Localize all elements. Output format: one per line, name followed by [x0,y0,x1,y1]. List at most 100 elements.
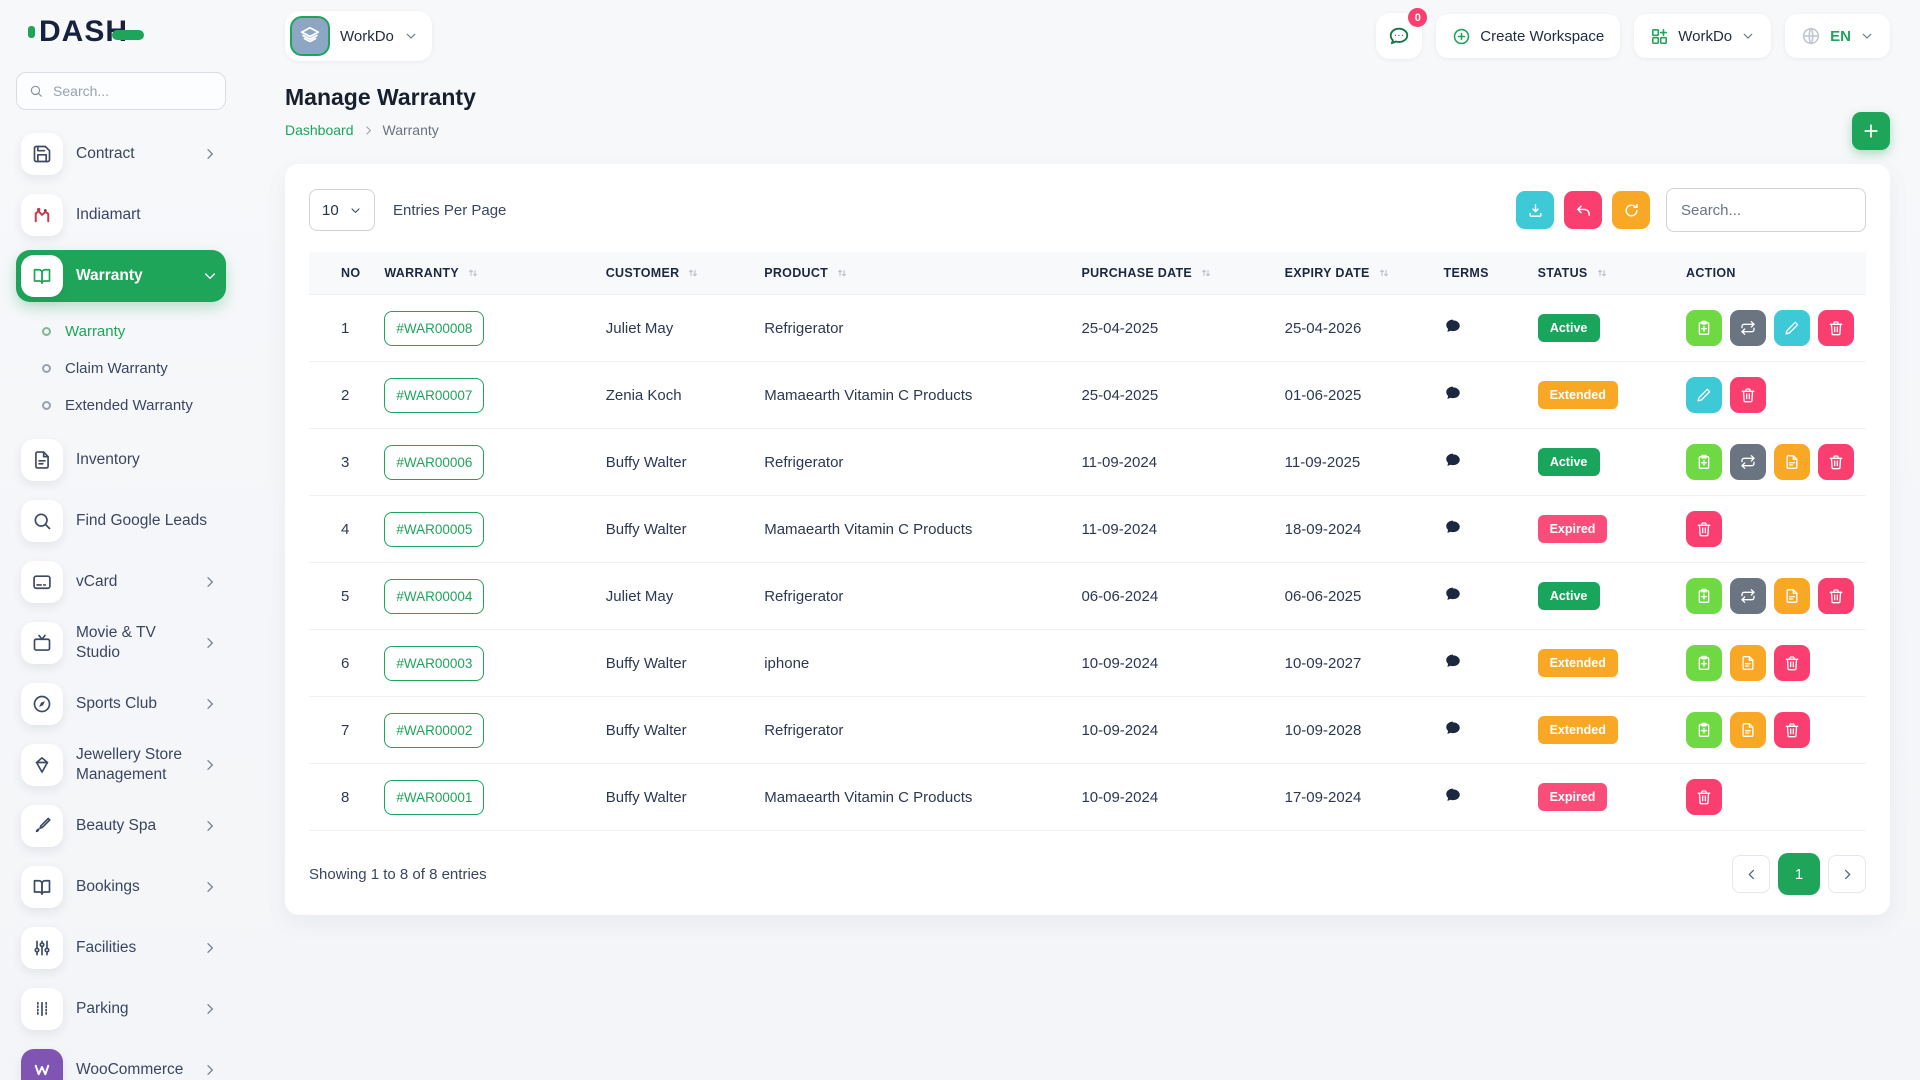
sidebar-item-vcard[interactable]: vCard [16,556,226,608]
repeat-button[interactable] [1730,444,1766,480]
language-selector[interactable]: EN [1785,14,1890,58]
delete-button[interactable] [1818,578,1854,614]
sort-arrows-icon[interactable] [687,267,699,279]
sidebar-item-inventory[interactable]: Inventory [16,434,226,486]
sidebar-item-parking[interactable]: Parking [16,983,226,1035]
workspace-selector[interactable]: WorkDo [285,11,432,61]
edit-button[interactable] [1774,310,1810,346]
column-header-product[interactable]: PRODUCT [752,252,1069,295]
terms-comment-icon[interactable] [1444,786,1462,804]
edit-button[interactable] [1686,377,1722,413]
cell-terms [1432,630,1526,697]
terms-comment-icon[interactable] [1444,317,1462,335]
column-header-expiry-date[interactable]: EXPIRY DATE [1273,252,1432,295]
warranty-number-badge[interactable]: #WAR00008 [384,311,484,346]
add-warranty-button[interactable] [1852,112,1890,150]
sort-arrows-icon[interactable] [1378,267,1390,279]
sidebar-item-beauty-spa[interactable]: Beauty Spa [16,800,226,852]
refresh-icon [1623,202,1640,219]
warranty-number-badge[interactable]: #WAR00006 [384,445,484,480]
clipboard-button[interactable] [1686,310,1722,346]
cell-product: Refrigerator [752,295,1069,362]
clipboard-button[interactable] [1686,578,1722,614]
file-button[interactable] [1730,645,1766,681]
cell-expiry-date: 01-06-2025 [1273,362,1432,429]
warranty-number-badge[interactable]: #WAR00001 [384,780,484,815]
clipboard-button[interactable] [1686,712,1722,748]
sort-arrows-icon[interactable] [467,267,479,279]
sort-arrows-icon[interactable] [836,267,848,279]
logo-accent-dash [112,30,144,40]
terms-comment-icon[interactable] [1444,518,1462,536]
delete-button[interactable] [1774,645,1810,681]
pagination-next-button[interactable] [1828,855,1866,893]
sidebar-item-woocommerce[interactable]: WooCommerce [16,1044,226,1080]
messages-button[interactable]: 0 [1376,13,1422,59]
sort-arrows-icon[interactable] [1200,267,1212,279]
terms-comment-icon[interactable] [1444,719,1462,737]
column-header-customer[interactable]: CUSTOMER [594,252,752,295]
sidebar-subitem-extended-warranty[interactable]: Extended Warranty [16,387,226,424]
terms-comment-icon[interactable] [1444,451,1462,469]
cell-no: 4 [309,496,372,563]
delete-button[interactable] [1686,779,1722,815]
create-workspace-button[interactable]: Create Workspace [1436,14,1620,58]
repeat-button[interactable] [1730,578,1766,614]
refresh-button[interactable] [1612,191,1650,229]
warranty-number-badge[interactable]: #WAR00002 [384,713,484,748]
sidebar-item-movie-tv-studio[interactable]: Movie & TV Studio [16,617,226,669]
sidebar-item-find-google-leads[interactable]: Find Google Leads [16,495,226,547]
sort-arrows-icon[interactable] [1596,267,1608,279]
repeat-button[interactable] [1730,310,1766,346]
sidebar-subitem-warranty[interactable]: Warranty [16,313,226,350]
cell-status: Extended [1526,697,1674,764]
pagination-page-1[interactable]: 1 [1778,853,1820,895]
delete-button[interactable] [1730,377,1766,413]
delete-button[interactable] [1686,511,1722,547]
table-controls: 10 Entries Per Page [309,188,1866,232]
app-logo[interactable]: DASH [16,0,226,64]
cell-status: Active [1526,563,1674,630]
sidebar-item-jewellery-store-management[interactable]: Jewellery Store Management [16,739,226,791]
cell-warranty: #WAR00006 [372,429,593,496]
sidebar-item-contract[interactable]: Contract [16,128,226,180]
workdo-menu-button[interactable]: WorkDo [1634,14,1771,58]
entries-per-page-value: 10 [322,202,339,219]
delete-button[interactable] [1818,310,1854,346]
column-header-status[interactable]: STATUS [1526,252,1674,295]
undo-button[interactable] [1564,191,1602,229]
entries-per-page-select[interactable]: 10 [309,189,375,231]
pagination-prev-button[interactable] [1732,855,1770,893]
clipboard-button[interactable] [1686,645,1722,681]
sidebar-item-facilities[interactable]: Facilities [16,922,226,974]
cell-terms [1432,496,1526,563]
sidebar-search[interactable] [16,72,226,110]
sidebar-subitem-claim-warranty[interactable]: Claim Warranty [16,350,226,387]
column-header-warranty[interactable]: WARRANTY [372,252,593,295]
sidebar-item-warranty[interactable]: Warranty [16,250,226,302]
warranty-number-badge[interactable]: #WAR00004 [384,579,484,614]
column-header-purchase-date[interactable]: PURCHASE DATE [1069,252,1272,295]
clipboard-button[interactable] [1686,444,1722,480]
terms-comment-icon[interactable] [1444,585,1462,603]
warranty-number-badge[interactable]: #WAR00003 [384,646,484,681]
warranty-number-badge[interactable]: #WAR00007 [384,378,484,413]
terms-comment-icon[interactable] [1444,384,1462,402]
book-open-icon [21,866,63,908]
delete-button[interactable] [1818,444,1854,480]
warranty-number-badge[interactable]: #WAR00005 [384,512,484,547]
download-button[interactable] [1516,191,1554,229]
file-button[interactable] [1774,444,1810,480]
file-button[interactable] [1774,578,1810,614]
cell-product: Refrigerator [752,429,1069,496]
table-search-input[interactable] [1666,188,1866,232]
delete-button[interactable] [1774,712,1810,748]
terms-comment-icon[interactable] [1444,652,1462,670]
breadcrumb-dashboard[interactable]: Dashboard [285,122,354,138]
sidebar-item-sports-club[interactable]: Sports Club [16,678,226,730]
sidebar-item-bookings[interactable]: Bookings [16,861,226,913]
pencil-icon [1784,320,1800,336]
sidebar-item-indiamart[interactable]: Indiamart [16,189,226,241]
sidebar-search-input[interactable] [51,82,213,100]
file-button[interactable] [1730,712,1766,748]
